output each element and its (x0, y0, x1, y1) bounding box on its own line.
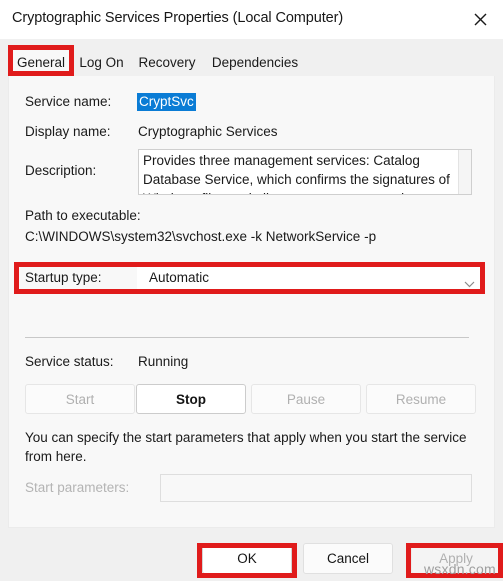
service-name-label: Service name: (25, 94, 112, 109)
description-text: Provides three management services: Cata… (143, 153, 450, 194)
description-label: Description: (25, 163, 97, 178)
watermark: wsxdn.com (424, 561, 496, 577)
tab-recovery-label: Recovery (138, 55, 196, 70)
display-name-label: Display name: (25, 124, 111, 139)
highlight-box-ok-button (197, 543, 297, 578)
stop-button[interactable]: Stop (136, 384, 246, 414)
cancel-button[interactable]: Cancel (303, 543, 393, 574)
cancel-button-label: Cancel (326, 551, 370, 566)
close-icon (474, 13, 487, 26)
start-parameters-hint: You can specify the start parameters tha… (25, 430, 467, 464)
tab-log-on-label: Log On (79, 55, 124, 70)
tab-recovery[interactable]: Recovery (133, 47, 201, 78)
start-parameters-input[interactable] (160, 474, 472, 502)
service-status-label: Service status: (25, 354, 114, 369)
title-bar: Cryptographic Services Properties (Local… (0, 0, 503, 40)
resume-button-label: Resume (395, 391, 447, 407)
start-button[interactable]: Start (25, 384, 135, 414)
service-properties-dialog: Cryptographic Services Properties (Local… (0, 0, 503, 581)
highlight-box-startup-type (14, 262, 485, 294)
service-status-value: Running (138, 354, 189, 369)
description-scrollbar[interactable] (458, 150, 471, 194)
tab-dependencies-label: Dependencies (211, 55, 299, 70)
close-button[interactable] (457, 0, 503, 38)
window-title: Cryptographic Services Properties (Local… (12, 10, 344, 26)
service-name-value[interactable]: CryptSvc (137, 93, 196, 111)
tab-strip: General Log On Recovery Dependencies (0, 39, 503, 78)
pause-button-label: Pause (286, 391, 326, 407)
start-button-label: Start (65, 391, 95, 407)
section-divider (25, 337, 469, 338)
start-parameters-label: Start parameters: (25, 480, 130, 495)
description-textbox[interactable]: Provides three management services: Cata… (138, 149, 472, 195)
tab-log-on[interactable]: Log On (74, 47, 129, 78)
stop-button-label: Stop (176, 391, 206, 407)
highlight-box-general-tab (8, 45, 74, 76)
general-tab-panel: Service name: CryptSvc Display name: Cry… (8, 76, 495, 528)
resume-button[interactable]: Resume (366, 384, 476, 414)
path-to-executable-label: Path to executable: (25, 208, 141, 223)
display-name-value[interactable]: Cryptographic Services (138, 124, 278, 139)
tab-dependencies[interactable]: Dependencies (205, 47, 305, 78)
pause-button[interactable]: Pause (251, 384, 361, 414)
path-to-executable-value: C:\WINDOWS\system32\svchost.exe -k Netwo… (25, 229, 377, 244)
